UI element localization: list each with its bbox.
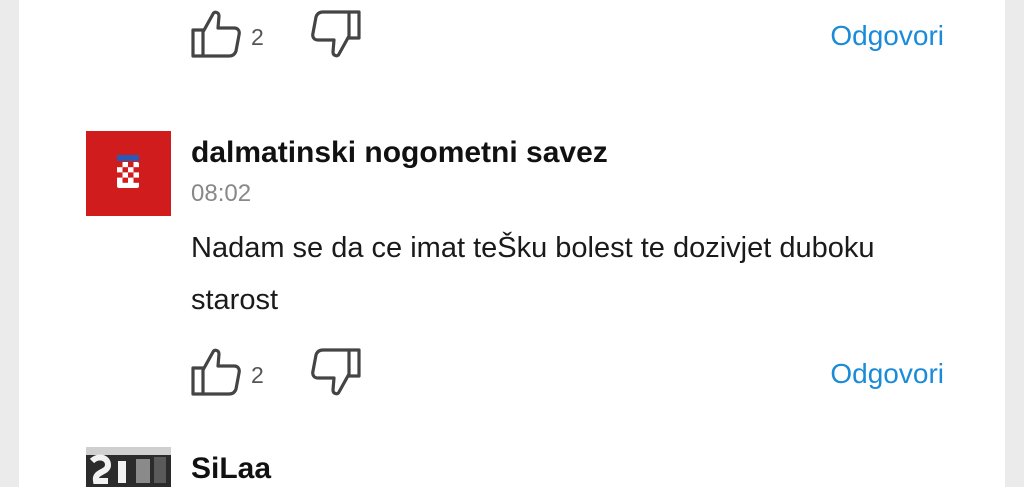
reply-button[interactable]: Odgovori bbox=[830, 358, 944, 390]
comment-author[interactable]: dalmatinski nogometni savez bbox=[191, 136, 608, 170]
thumbs-down-icon[interactable] bbox=[307, 8, 363, 60]
like-count: 2 bbox=[251, 362, 264, 388]
comment-text: Nadam se da ce imat teŠku bolest te dozi… bbox=[191, 232, 875, 316]
thumbs-up-icon[interactable] bbox=[189, 8, 245, 60]
comment-time: 08:02 bbox=[191, 180, 252, 207]
comment-author[interactable]: SiLaa bbox=[191, 452, 271, 486]
like-count: 2 bbox=[251, 24, 264, 50]
thumbs-down-icon[interactable] bbox=[307, 346, 363, 398]
avatar[interactable] bbox=[86, 447, 171, 487]
thumbs-up-icon[interactable] bbox=[189, 346, 245, 398]
avatar[interactable] bbox=[86, 131, 171, 216]
reply-button[interactable]: Odgovori bbox=[830, 20, 944, 52]
comment-actions: 2 Odgovori bbox=[19, 338, 1005, 398]
comments-panel: 2 Odgovori dalmatinski nogometni savez 0… bbox=[19, 0, 1005, 487]
comment-actions: 2 Odgovori bbox=[19, 0, 1005, 60]
